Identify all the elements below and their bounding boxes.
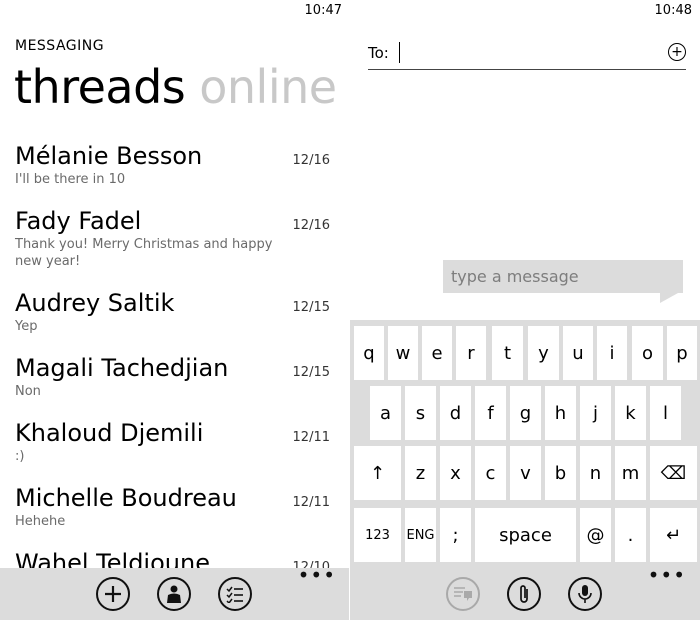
more-icon[interactable]: ••• (298, 565, 336, 585)
thread-list: Mélanie Besson I'll be there in 10 12/16… (0, 141, 350, 613)
app-bar: ••• (350, 565, 700, 620)
add-recipient-icon[interactable]: + (668, 43, 686, 61)
key-y[interactable]: y (528, 326, 559, 380)
select-icon-glyph (226, 586, 243, 603)
message-input[interactable]: type a message (443, 260, 683, 293)
thread-item[interactable]: Mélanie Besson I'll be there in 10 12/16 (0, 141, 350, 206)
status-time: 10:47 (304, 3, 342, 18)
key-a[interactable]: a (370, 386, 401, 440)
thread-preview: Hehehe (15, 514, 66, 529)
key-e[interactable]: e (422, 326, 452, 380)
pivot-threads[interactable]: threads (14, 60, 186, 114)
message-placeholder: type a message (451, 267, 579, 286)
to-label: To: (368, 44, 389, 62)
key-at[interactable]: @ (580, 508, 611, 562)
key-p[interactable]: p (667, 326, 697, 380)
key-o[interactable]: o (632, 326, 663, 380)
key-d[interactable]: d (440, 386, 471, 440)
key-b[interactable]: b (545, 446, 576, 500)
app-bar: ••• (0, 565, 350, 620)
key-h[interactable]: h (545, 386, 576, 440)
pivot-online[interactable]: online (199, 60, 337, 114)
thread-item[interactable]: Khaloud Djemili :) 12/11 (0, 418, 350, 483)
thread-item[interactable]: Michelle Boudreau Hehehe 12/11 (0, 483, 350, 548)
key-backspace[interactable]: ⌫ (650, 446, 697, 500)
key-q[interactable]: q (354, 326, 384, 380)
new-icon-glyph (105, 586, 121, 602)
key-enter[interactable]: ↵ (650, 508, 697, 562)
key-n[interactable]: n (580, 446, 611, 500)
thread-item[interactable]: Fady Fadel Thank you! Merry Christmas an… (0, 206, 350, 288)
app-title: MESSAGING (15, 38, 105, 54)
pivot-header: threads online (14, 60, 337, 114)
microphone-icon-glyph (578, 585, 592, 603)
thread-date: 12/16 (292, 153, 330, 168)
key-r[interactable]: r (456, 326, 486, 380)
message-bubble-tail (660, 293, 678, 303)
text-caret (399, 42, 400, 63)
contact-icon-glyph (167, 585, 181, 603)
key-shift[interactable]: ↑ (354, 446, 401, 500)
more-icon[interactable]: ••• (648, 565, 686, 585)
keyboard: q w e r t y u i o p a s d f g h j k l ↑ … (350, 320, 700, 568)
key-w[interactable]: w (388, 326, 418, 380)
to-field[interactable]: To: + (368, 40, 686, 70)
key-v[interactable]: v (510, 446, 541, 500)
key-l[interactable]: l (650, 386, 681, 440)
thread-preview: I'll be there in 10 (15, 172, 126, 187)
key-x[interactable]: x (440, 446, 471, 500)
key-i[interactable]: i (597, 326, 627, 380)
key-space[interactable]: space (475, 508, 576, 562)
key-123[interactable]: 123 (354, 508, 401, 562)
key-m[interactable]: m (615, 446, 646, 500)
key-t[interactable]: t (492, 326, 523, 380)
attach-icon-glyph (520, 585, 528, 603)
key-s[interactable]: s (405, 386, 436, 440)
thread-date: 12/11 (292, 495, 330, 510)
thread-preview: :) (15, 449, 25, 464)
thread-date: 12/16 (292, 218, 330, 233)
status-time: 10:48 (654, 3, 692, 18)
key-z[interactable]: z (405, 446, 436, 500)
thread-preview: Yep (15, 319, 38, 334)
conversation-icon-glyph (454, 587, 472, 601)
key-u[interactable]: u (563, 326, 593, 380)
thread-date: 12/15 (292, 365, 330, 380)
contact-icon[interactable] (157, 577, 191, 611)
key-f[interactable]: f (475, 386, 506, 440)
new-icon[interactable] (96, 577, 130, 611)
key-semicolon[interactable]: ; (440, 508, 471, 562)
key-c[interactable]: c (475, 446, 506, 500)
attach-icon[interactable] (507, 577, 541, 611)
conversation-icon[interactable] (446, 577, 480, 611)
microphone-icon[interactable] (568, 577, 602, 611)
thread-preview: Thank you! Merry Christmas and happy new… (15, 237, 273, 269)
select-icon[interactable] (218, 577, 252, 611)
thread-date: 12/15 (292, 300, 330, 315)
thread-preview: Non (15, 384, 41, 399)
thread-item[interactable]: Audrey Saltik Yep 12/15 (0, 288, 350, 353)
thread-date: 12/11 (292, 430, 330, 445)
key-j[interactable]: j (580, 386, 611, 440)
threads-screen: 10:47 MESSAGING threads online Mélanie Be… (0, 0, 350, 620)
thread-item[interactable]: Magali Tachedjian Non 12/15 (0, 353, 350, 418)
key-k[interactable]: k (615, 386, 646, 440)
key-period[interactable]: . (615, 508, 646, 562)
key-g[interactable]: g (510, 386, 541, 440)
key-language[interactable]: ENG (405, 508, 436, 562)
